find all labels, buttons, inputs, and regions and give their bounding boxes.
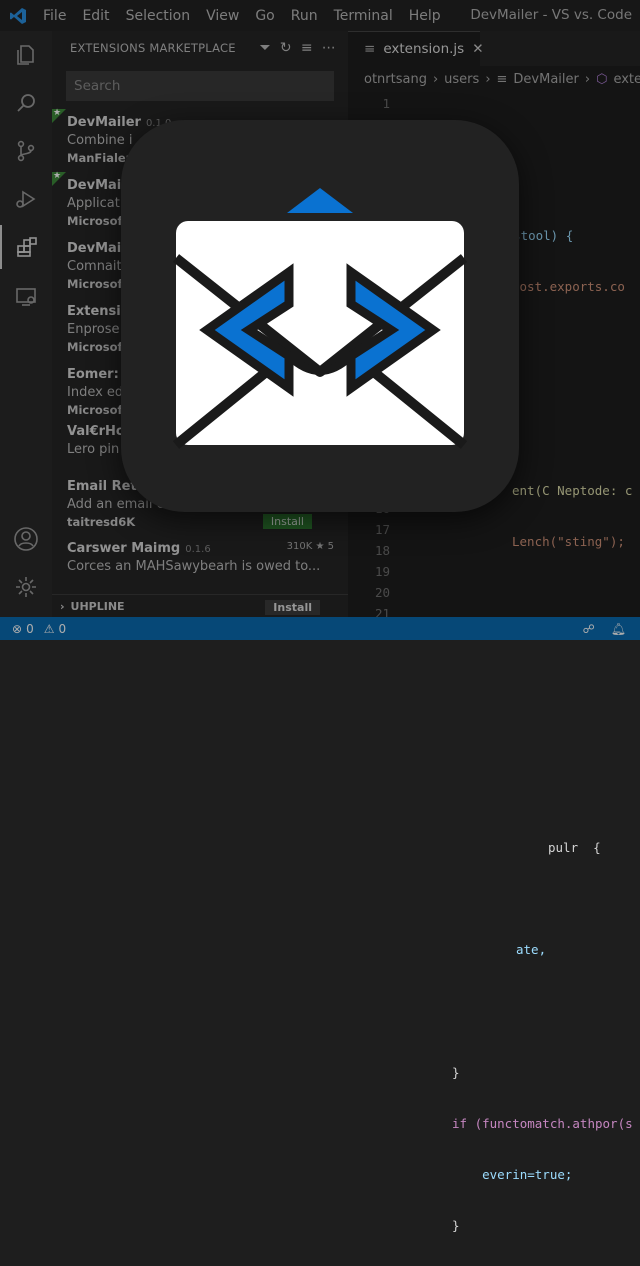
code-line: Lench("sting"); — [408, 531, 640, 552]
filter-icon[interactable]: ⏷ — [260, 40, 271, 56]
source-control-icon[interactable] — [0, 129, 52, 173]
extension-item[interactable]: Carswer Maimg 0.1.6 Corces an MAHSawybear… — [52, 535, 348, 581]
more-actions-icon[interactable]: ⋯ — [322, 40, 336, 56]
code-line — [408, 735, 640, 756]
title-bar: File Edit Selection View Go Run Terminal… — [0, 0, 640, 31]
refresh-icon[interactable]: ↻ — [280, 40, 292, 56]
extensions-icon[interactable] — [0, 225, 52, 269]
remote-explorer-icon[interactable] — [0, 275, 52, 319]
chevron-right-icon: › — [60, 600, 65, 613]
menu-terminal[interactable]: Terminal — [327, 8, 402, 24]
install-button[interactable]: Install — [265, 600, 320, 615]
menu-selection[interactable]: Selection — [119, 8, 200, 24]
search-icon[interactable] — [0, 81, 52, 125]
menu-file[interactable]: File — [36, 8, 75, 24]
menu-help[interactable]: Help — [402, 8, 450, 24]
extension-stats: 310K ★ 5 — [287, 541, 334, 552]
code-line: if (functomatch.athpor(s — [408, 1113, 640, 1134]
code-line: everin=true; — [408, 1164, 640, 1185]
code-line — [408, 786, 640, 807]
feedback-icon[interactable]: ☍ — [583, 622, 595, 636]
code-line: } — [408, 1215, 640, 1236]
envelope-code-logo-icon — [121, 120, 519, 512]
code-line: } — [408, 1062, 640, 1083]
breadcrumb-item[interactable]: users — [444, 72, 479, 87]
tab-label: extension.js — [383, 41, 464, 57]
extension-search-input[interactable]: Search — [66, 71, 334, 101]
clear-icon[interactable]: ≡ — [301, 40, 313, 56]
breadcrumb: otnrtsang› users› ≡ DevMailer› ⬡ exte — [348, 67, 640, 91]
code-line — [408, 888, 640, 909]
vscode-logo-icon — [0, 0, 36, 31]
code-line — [408, 582, 640, 603]
featured-star-icon: ★ — [52, 172, 66, 186]
explorer-icon[interactable] — [0, 33, 52, 77]
menu-go[interactable]: Go — [248, 8, 283, 24]
error-icon[interactable]: ⊗ — [12, 622, 22, 636]
symbol-cube-icon: ⬡ — [596, 72, 607, 87]
window-title: DevMailer - VS vs. Code — [470, 7, 632, 23]
line-number: 19 — [348, 561, 398, 582]
install-button[interactable]: Install — [263, 514, 312, 529]
warning-count[interactable]: 0 — [58, 622, 66, 636]
search-placeholder: Search — [74, 78, 120, 94]
line-number: 18 — [348, 540, 398, 561]
line-number: 20 — [348, 582, 398, 603]
breadcrumb-item[interactable]: DevMailer — [513, 72, 578, 87]
sidebar-header: EXTENSIONS MARKETPLACE ⏷ ↻ ≡ ⋯ — [52, 31, 348, 65]
extension-description: Corces an MAHSawybearh is owed to... — [67, 559, 348, 574]
warning-icon[interactable]: ⚠ — [44, 622, 55, 636]
line-number: 1 — [348, 93, 398, 114]
extension-version: 0.1.6 — [185, 544, 210, 555]
breadcrumb-item[interactable]: exte — [613, 72, 640, 87]
notifications-bell-icon[interactable]: 🔔︎ — [611, 622, 626, 636]
sidebar-title: EXTENSIONS MARKETPLACE — [70, 41, 236, 55]
line-number: 17 — [348, 519, 398, 540]
menu-edit[interactable]: Edit — [75, 8, 118, 24]
status-bar: ⊗ 0 ⚠ 0 ☍ 🔔︎ — [0, 617, 640, 640]
breadcrumb-item[interactable]: otnrtsang — [364, 72, 427, 87]
settings-gear-icon[interactable] — [0, 565, 52, 609]
close-icon[interactable]: ✕ — [472, 41, 483, 57]
code-line: ate, — [408, 939, 640, 960]
error-count[interactable]: 0 — [26, 622, 34, 636]
file-lines-icon: ≡ — [364, 41, 375, 57]
code-line — [408, 684, 640, 705]
sidebar-footer-section[interactable]: › UHPLINE Install — [52, 594, 356, 617]
extension-name: Carswer Maimg — [67, 541, 180, 556]
tab-extension-js[interactable]: ≡ extension.js ✕ — [348, 31, 480, 66]
devmailer-app-icon — [121, 120, 519, 512]
menu-run[interactable]: Run — [284, 8, 327, 24]
account-icon[interactable] — [0, 517, 52, 561]
file-lines-icon: ≡ — [497, 72, 508, 87]
activity-bar — [0, 31, 52, 617]
featured-star-icon: ★ — [52, 109, 66, 123]
code-line: pulr { — [408, 837, 640, 858]
run-debug-icon[interactable] — [0, 177, 52, 221]
section-title: UHPLINE — [71, 600, 125, 613]
menu-view[interactable]: View — [199, 8, 248, 24]
